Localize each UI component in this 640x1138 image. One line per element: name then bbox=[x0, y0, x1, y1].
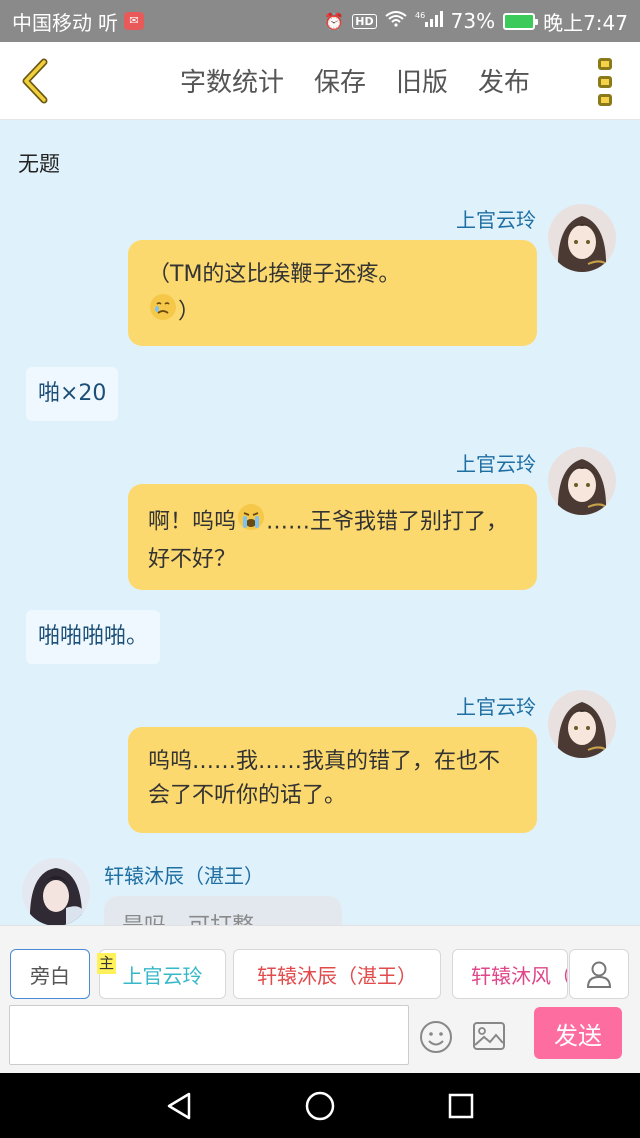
old-version-button[interactable]: 旧版 bbox=[396, 62, 448, 99]
narration-bubble[interactable]: 啪啪啪啪。 bbox=[26, 610, 161, 664]
crying-face-icon bbox=[148, 292, 178, 333]
role-chip-character[interactable]: 轩辕沐风（ bbox=[452, 949, 568, 999]
carrier-group: 中国移动听 ✉ bbox=[12, 7, 144, 36]
battery-percent: 73% bbox=[450, 9, 496, 33]
alarm-icon: ⏰ bbox=[324, 11, 345, 31]
hd-icon: HD bbox=[352, 13, 377, 29]
publish-button[interactable]: 发布 bbox=[478, 62, 530, 99]
clock: 晚上7:47 bbox=[543, 10, 628, 35]
role-chip-character[interactable]: 轩辕沐辰（湛王） bbox=[233, 949, 441, 999]
role-chip-main[interactable]: 上官云玲 bbox=[99, 949, 226, 999]
main-role-badge: 主 bbox=[97, 953, 116, 974]
speaker-name: 上官云玲 bbox=[456, 452, 536, 476]
narration-bubble[interactable]: 啪×20 bbox=[26, 367, 119, 421]
story-title[interactable]: 无题 bbox=[18, 148, 60, 178]
message-text: 是吗，可打整 bbox=[122, 914, 254, 925]
message-bubble[interactable]: 呜呜……我……我真的错了，在也不会了不听你的话了。 bbox=[128, 727, 537, 833]
back-triangle-icon[interactable] bbox=[165, 1091, 193, 1121]
role-chip-label: 轩辕沐辰（湛王） bbox=[257, 963, 417, 988]
notification-icon: ✉ bbox=[124, 12, 144, 30]
signal-icon: 46 bbox=[415, 10, 443, 32]
carrier-app-label: 听 bbox=[98, 10, 118, 35]
word-count-button[interactable]: 字数统计 bbox=[180, 62, 284, 99]
more-menu-icon[interactable] bbox=[598, 58, 616, 106]
message-text-end: ） bbox=[178, 299, 201, 325]
role-chip-narrator[interactable]: 旁白 bbox=[10, 949, 90, 999]
header-menu: 字数统计 保存 旧版 发布 bbox=[180, 62, 530, 99]
composer-panel: 旁白 上官云玲 主 轩辕沐辰（湛王） 轩辕沐风（ 发送 bbox=[0, 925, 640, 1073]
add-role-button[interactable] bbox=[569, 949, 629, 999]
carrier-label: 中国移动 bbox=[12, 10, 92, 35]
avatar[interactable] bbox=[548, 204, 616, 272]
avatar[interactable] bbox=[548, 447, 616, 515]
narration-text: 啪啪啪啪。 bbox=[38, 624, 149, 649]
message-text: （TM的这比挨鞭子还疼。 bbox=[148, 262, 401, 287]
editor-header: 字数统计 保存 旧版 发布 bbox=[0, 42, 640, 120]
send-label: 发送 bbox=[554, 1021, 602, 1050]
message-input[interactable] bbox=[9, 1005, 409, 1065]
message-bubble[interactable]: （TM的这比挨鞭子还疼。 ） bbox=[128, 240, 537, 346]
home-circle-icon[interactable] bbox=[304, 1090, 336, 1122]
person-icon bbox=[586, 961, 612, 988]
image-icon[interactable] bbox=[472, 1021, 506, 1055]
narration-text: 啪×20 bbox=[38, 381, 107, 406]
speaker-name: 上官云玲 bbox=[456, 208, 536, 232]
svg-text:46: 46 bbox=[415, 11, 425, 20]
message-text: 呜呜……我……我真的错了，在也不会了不听你的话了。 bbox=[148, 749, 501, 808]
status-bar: 中国移动听 ✉ ⏰ HD 46 73% 晚上7:47 bbox=[0, 0, 640, 42]
message-text: 啊！呜呜 bbox=[148, 509, 237, 535]
avatar[interactable] bbox=[22, 858, 90, 925]
message-bubble[interactable]: 啊！呜呜 ……王爷我错了别打了，好不好？ bbox=[128, 484, 537, 590]
loudly-crying-face-icon bbox=[236, 502, 266, 543]
battery-icon bbox=[503, 12, 539, 30]
message-bubble[interactable]: 是吗，可打整 bbox=[104, 896, 342, 925]
speaker-name: 轩辕沐辰（湛王） bbox=[104, 864, 264, 888]
recents-square-icon[interactable] bbox=[447, 1092, 475, 1120]
chevron-left-icon bbox=[22, 58, 48, 103]
avatar[interactable] bbox=[548, 690, 616, 758]
save-button[interactable]: 保存 bbox=[314, 62, 366, 99]
system-nav-bar bbox=[0, 1073, 640, 1138]
speaker-name: 上官云玲 bbox=[456, 695, 536, 719]
role-chip-label: 轩辕沐风（ bbox=[471, 963, 568, 988]
back-button[interactable] bbox=[0, 42, 70, 120]
role-chip-label: 旁白 bbox=[30, 963, 70, 988]
wifi-icon bbox=[385, 11, 407, 31]
role-chip-label: 上官云玲 bbox=[122, 963, 203, 988]
emoji-icon[interactable] bbox=[419, 1020, 453, 1058]
status-icons: ⏰ HD 46 73% 晚上7:47 bbox=[324, 7, 628, 36]
send-button[interactable]: 发送 bbox=[534, 1007, 622, 1059]
chat-area[interactable]: 无题 上官云玲 （TM的这比挨鞭子还疼。 ） 啪×20 上官云玲 啊！呜呜 ……王… bbox=[0, 120, 640, 925]
